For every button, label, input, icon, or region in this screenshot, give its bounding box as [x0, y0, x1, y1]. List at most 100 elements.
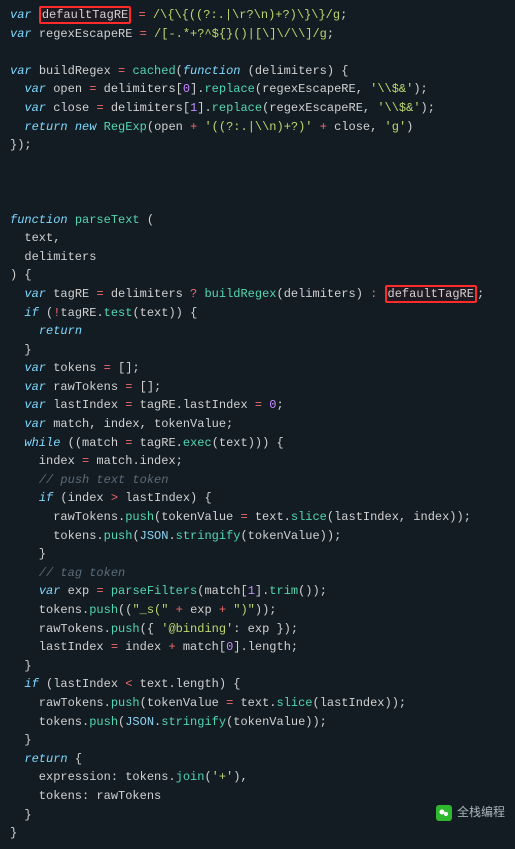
expr: ]. — [255, 584, 269, 598]
ident: regexEscapeRE — [269, 101, 363, 115]
punct: []; — [132, 380, 161, 394]
op: = — [118, 436, 140, 450]
fn: cached — [132, 64, 175, 78]
expr: ()); — [298, 584, 327, 598]
watermark: 全栈编程 — [436, 803, 505, 822]
fn: slice — [291, 510, 327, 524]
comment: // push text token — [39, 473, 169, 487]
expr: ]. — [233, 640, 247, 654]
punct: ; — [340, 8, 347, 22]
op: = — [104, 361, 111, 375]
punct: ]. — [190, 82, 204, 96]
ident: delimiters — [104, 82, 176, 96]
regex: /\{\{((?:.|\r?\n)+?)\}\}/g — [153, 8, 340, 22]
fn: push — [89, 603, 118, 617]
fn: push — [111, 696, 140, 710]
num: 0 — [183, 82, 190, 96]
punct: ) { — [10, 268, 32, 282]
punct: } — [10, 343, 32, 357]
punct: )) { — [168, 306, 197, 320]
fn: stringify — [161, 715, 226, 729]
punct: , — [363, 101, 377, 115]
punct: (( — [118, 603, 132, 617]
op: = — [255, 398, 262, 412]
expr: (lastIndex, index)); — [327, 510, 471, 524]
ident: delimiters — [284, 287, 356, 301]
op: = — [96, 287, 103, 301]
punct: , — [356, 82, 370, 96]
expr: text. — [248, 510, 291, 524]
kw-var: var — [10, 27, 32, 41]
ident: text — [219, 436, 248, 450]
kw-if: if — [39, 491, 53, 505]
punct: . — [176, 398, 183, 412]
punct: ( — [276, 287, 283, 301]
ident: buildRegex — [39, 64, 111, 78]
expr: match[ — [176, 640, 226, 654]
fn-name: parseText — [75, 213, 140, 227]
ident: delimiters — [111, 101, 183, 115]
op: + — [168, 640, 175, 654]
ident: tagRE — [140, 398, 176, 412]
punct: ) — [406, 120, 413, 134]
fn: slice — [276, 696, 312, 710]
fn: trim — [269, 584, 298, 598]
expr: rawTokens. — [10, 696, 111, 710]
punct: } — [10, 659, 32, 673]
punct: ( — [255, 82, 262, 96]
kw-return: return — [39, 324, 82, 338]
kw-while: while — [24, 436, 60, 450]
expr: (match[ — [197, 584, 247, 598]
op: > — [111, 491, 118, 505]
punct: ; — [477, 287, 484, 301]
op: = — [118, 64, 125, 78]
ident: text — [140, 306, 169, 320]
ident: exp — [68, 584, 90, 598]
expr: (lastIndex)); — [313, 696, 407, 710]
op: = — [140, 27, 147, 41]
ident: rawTokens — [53, 380, 118, 394]
expr: (index — [53, 491, 111, 505]
punct: . — [176, 436, 183, 450]
expr: (tokenValue — [140, 696, 226, 710]
string: 'g' — [385, 120, 407, 134]
comment: // tag token — [39, 566, 125, 580]
prop: length; — [248, 640, 298, 654]
kw-var: var — [39, 584, 61, 598]
fn: push — [111, 622, 140, 636]
fn: exec — [183, 436, 212, 450]
expr: tokens. — [10, 529, 104, 543]
kw-return: return — [24, 120, 67, 134]
ident: regexEscapeRE — [262, 82, 356, 96]
expr: lastIndex) { — [118, 491, 212, 505]
op: + — [168, 603, 190, 617]
punct: }); — [10, 138, 32, 152]
expr: rawTokens. — [10, 622, 111, 636]
op: = — [111, 640, 118, 654]
kw-new: new — [75, 120, 97, 134]
punct: ( — [132, 529, 139, 543]
class: JSON — [140, 529, 169, 543]
expr: text. — [233, 696, 276, 710]
expr: tokens. — [10, 603, 89, 617]
fn: push — [125, 510, 154, 524]
kw-var: var — [24, 287, 46, 301]
punct: ), — [233, 770, 247, 784]
ident: tagRE — [53, 287, 89, 301]
punct: } — [10, 547, 46, 561]
kw-if: if — [24, 306, 38, 320]
punct: ); — [413, 82, 427, 96]
watermark-text: 全栈编程 — [457, 803, 505, 822]
ident: match — [82, 436, 118, 450]
punct: . — [96, 306, 103, 320]
ident: open — [154, 120, 183, 134]
punct: ))) { — [248, 436, 284, 450]
op: = — [125, 398, 132, 412]
kw-var: var — [24, 101, 46, 115]
punct: ]. — [197, 101, 211, 115]
punct: { — [68, 752, 82, 766]
kw-var: var — [24, 82, 46, 96]
ident: close — [334, 120, 370, 134]
kw-var: var — [10, 8, 32, 22]
kw-var: var — [24, 361, 46, 375]
